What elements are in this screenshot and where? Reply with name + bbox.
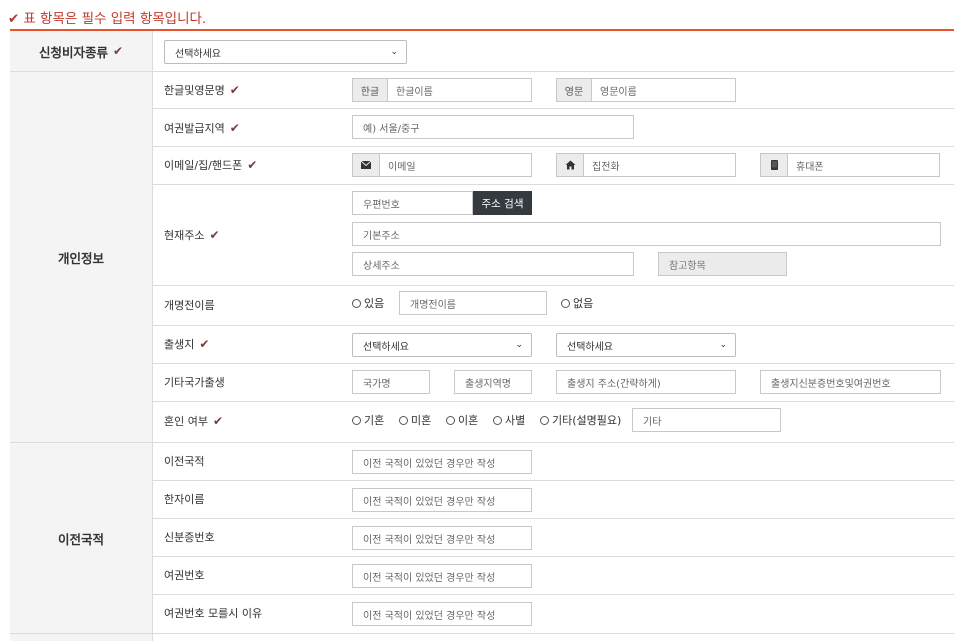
birth-id-input[interactable]: 출생지신분증번호및여권번호 — [760, 370, 941, 394]
row-divider — [152, 594, 954, 595]
passport-number-input[interactable]: 이전 국적이 있었던 경우만 작성 — [352, 564, 532, 588]
passport-unknown-reason-label: 여권번호 모를시 이유 — [164, 607, 263, 620]
previous-name-no-radio[interactable]: 없음 — [561, 296, 593, 310]
contact-label: 이메일/집/핸드폰 ✔ — [164, 158, 258, 172]
row-divider — [152, 184, 954, 185]
previous-name-input[interactable]: 개명전이름 — [399, 291, 547, 315]
marriage-single-radio[interactable]: 미혼 — [399, 413, 431, 427]
check-icon: ✔ — [229, 83, 240, 97]
mobile-phone-field[interactable]: 휴대폰 — [760, 153, 940, 177]
id-number-label: 신분증번호 — [164, 531, 215, 544]
chevron-down-icon: ⌄ — [390, 47, 398, 57]
column-divider — [152, 31, 153, 641]
section-visa-type: 신청비자종류 ✔ — [10, 31, 152, 71]
prev-nationality-input[interactable]: 이전 국적이 있었던 경우만 작성 — [352, 450, 532, 474]
name-label: 한글및영문명 ✔ — [164, 83, 240, 97]
row-divider — [152, 401, 954, 402]
row-divider — [152, 480, 954, 481]
previous-name-yes-radio[interactable]: 있음 — [352, 296, 384, 310]
english-prefix: 영문 — [557, 79, 592, 101]
korean-prefix: 한글 — [353, 79, 388, 101]
section-previous-nationality: 이전국적 — [10, 443, 152, 633]
row-divider — [152, 518, 954, 519]
zipcode-input[interactable]: 우편번호 — [352, 191, 473, 215]
address-search-button[interactable]: 주소 검색 — [473, 191, 532, 215]
birth-region-input[interactable]: 출생지역명 — [454, 370, 532, 394]
check-icon: ✔ — [8, 11, 20, 27]
check-icon: ✔ — [112, 44, 124, 58]
section-next — [10, 634, 152, 641]
korean-name-field[interactable]: 한글 한글이름 — [352, 78, 532, 102]
marriage-divorced-radio[interactable]: 이혼 — [446, 413, 478, 427]
home-icon — [557, 154, 584, 176]
required-notice: ✔ 표 항목은 필수 입력 항목입니다. — [8, 11, 207, 27]
prev-nationality-label: 이전국적 — [164, 455, 205, 468]
mobile-icon — [761, 154, 788, 176]
chevron-down-icon: ⌄ — [515, 340, 523, 350]
email-field[interactable]: 이메일 — [352, 153, 532, 177]
row-divider — [152, 325, 954, 326]
birthplace-label: 출생지 ✔ — [164, 337, 210, 351]
passport-unknown-reason-input[interactable]: 이전 국적이 있었던 경우만 작성 — [352, 602, 532, 626]
birth-country-input[interactable]: 국가명 — [352, 370, 430, 394]
envelope-icon — [353, 154, 380, 176]
section-personal-info: 개인정보 — [10, 72, 152, 442]
passport-region-input[interactable]: 예) 서울/중구 — [352, 115, 634, 139]
check-icon: ✔ — [247, 158, 258, 172]
basic-address-input[interactable]: 기본주소 — [352, 222, 941, 246]
birthplace-select-2[interactable]: 선택하세요 ⌄ — [556, 333, 736, 357]
reference-input[interactable]: 참고항목 — [658, 252, 787, 276]
radio-icon — [399, 415, 408, 425]
check-icon: ✔ — [209, 228, 220, 242]
check-icon: ✔ — [212, 414, 224, 428]
passport-region-label: 여권발급지역 ✔ — [164, 121, 240, 135]
hanja-name-input[interactable]: 이전 국적이 있었던 경우만 작성 — [352, 488, 532, 512]
marriage-label: 혼인 여부 ✔ — [164, 414, 224, 428]
detail-address-input[interactable]: 상세주소 — [352, 252, 634, 276]
birth-address-input[interactable]: 출생지 주소(간략하게) — [556, 370, 736, 394]
radio-icon — [352, 298, 361, 308]
marriage-married-radio[interactable]: 기혼 — [352, 413, 384, 427]
hanja-name-label: 한자이름 — [164, 493, 205, 506]
check-icon: ✔ — [199, 337, 210, 351]
home-phone-field[interactable]: 집전화 — [556, 153, 736, 177]
row-divider — [152, 285, 954, 286]
other-birth-label: 기타국가출생 — [164, 376, 225, 389]
chevron-down-icon: ⌄ — [719, 340, 727, 350]
radio-icon — [493, 415, 502, 425]
marriage-other-radio[interactable]: 기타(설명필요) — [540, 413, 621, 427]
previous-name-label: 개명전이름 — [164, 299, 215, 312]
id-number-input[interactable]: 이전 국적이 있었던 경우만 작성 — [352, 526, 532, 550]
check-icon: ✔ — [229, 121, 240, 135]
radio-icon — [540, 415, 549, 425]
row-divider — [152, 363, 954, 364]
marriage-other-input[interactable]: 기타 — [632, 408, 781, 432]
row-divider — [152, 108, 954, 109]
marriage-widowed-radio[interactable]: 사별 — [493, 413, 525, 427]
passport-number-label: 여권번호 — [164, 569, 205, 582]
english-name-field[interactable]: 영문 영문이름 — [556, 78, 736, 102]
visa-type-select[interactable]: 선택하세요 ⌄ — [164, 40, 407, 64]
row-divider — [152, 146, 954, 147]
radio-icon — [352, 415, 361, 425]
radio-icon — [446, 415, 455, 425]
radio-icon — [561, 298, 570, 308]
birthplace-select-1[interactable]: 선택하세요 ⌄ — [352, 333, 532, 357]
row-divider — [152, 556, 954, 557]
address-label: 현재주소 ✔ — [164, 228, 220, 242]
